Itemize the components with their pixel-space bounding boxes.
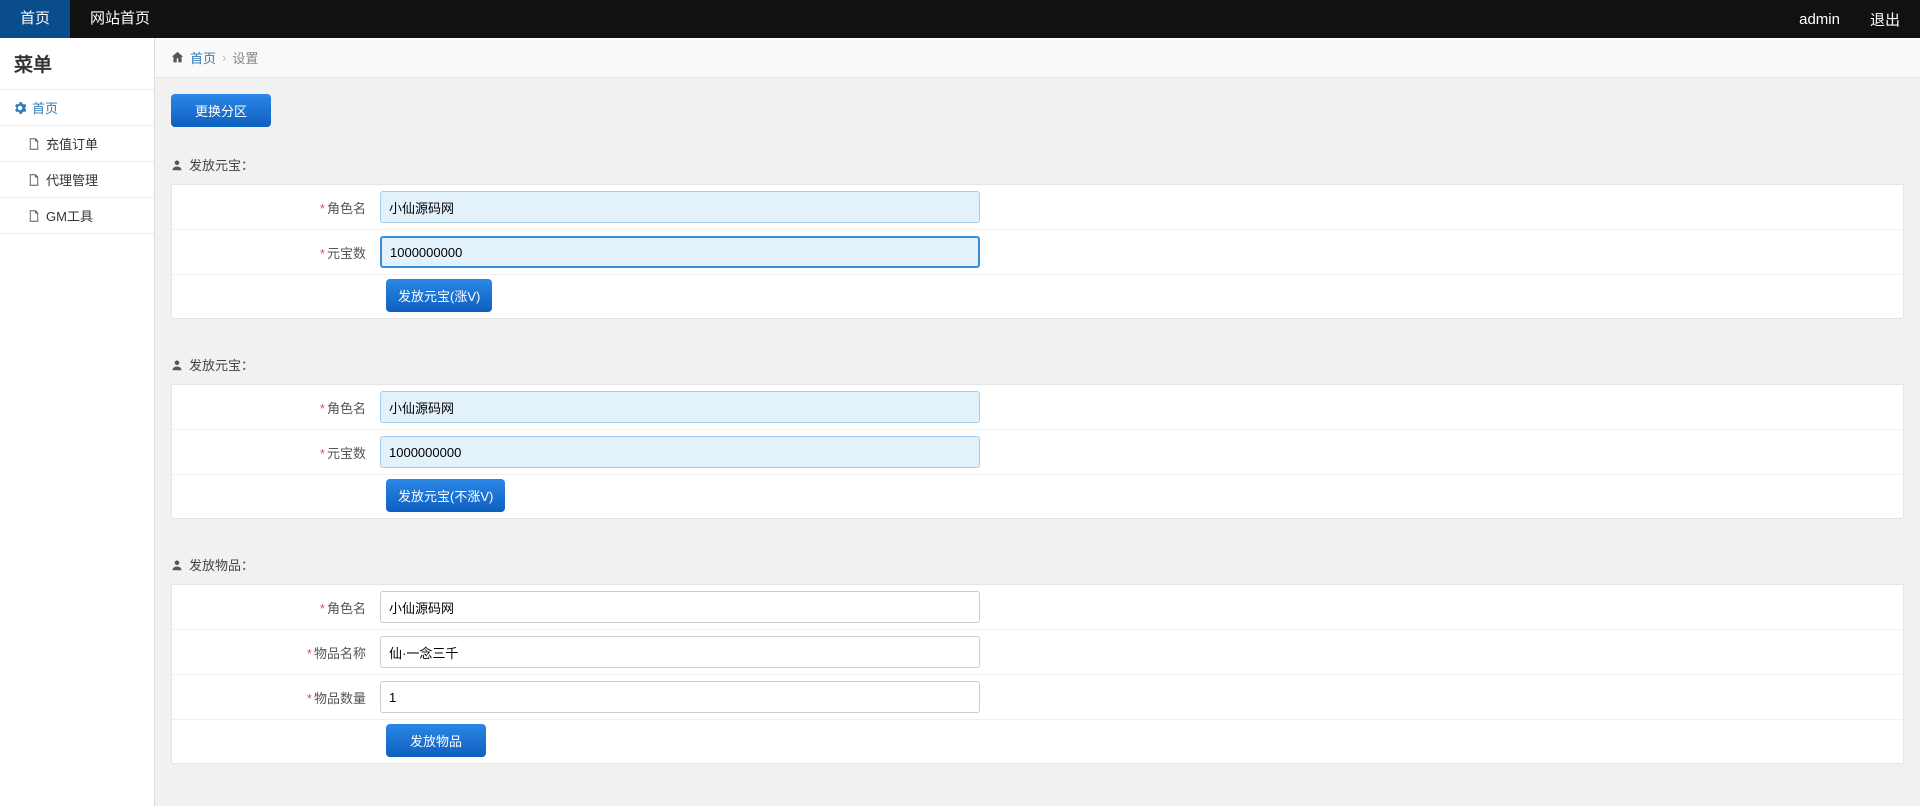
btn-send-yuanbao-v[interactable]: 发放元宝(涨V) — [386, 279, 492, 312]
breadcrumb-sep: › — [222, 50, 226, 65]
file-icon — [28, 138, 40, 150]
label-count-1: *元宝数 — [180, 243, 380, 262]
sidebar: 菜单 首页 充值订单 代理管理 GM工具 — [0, 38, 155, 806]
breadcrumb-home[interactable]: 首页 — [190, 48, 216, 67]
input-item-qty[interactable] — [380, 681, 980, 713]
label-count-2: *元宝数 — [180, 443, 380, 462]
input-role-1[interactable] — [380, 191, 980, 223]
change-zone-button[interactable]: 更换分区 — [171, 94, 271, 127]
panel-2: *角色名 *元宝数 发放元宝(不涨V) — [171, 384, 1904, 519]
btn-send-item[interactable]: 发放物品 — [386, 724, 486, 757]
sidebar-item-home[interactable]: 首页 — [0, 90, 154, 126]
breadcrumb-current: 设置 — [232, 48, 258, 67]
section-title-1: 发放元宝： — [171, 145, 1904, 184]
sidebar-item-label: 首页 — [32, 98, 58, 117]
sidebar-title: 菜单 — [0, 38, 154, 90]
person-icon — [171, 159, 183, 171]
input-role-2[interactable] — [380, 391, 980, 423]
home-icon — [171, 51, 184, 64]
input-item-name[interactable] — [380, 636, 980, 668]
main: 首页 › 设置 更换分区 发放元宝： *角色名 *元宝数 — [155, 38, 1920, 806]
person-icon — [171, 559, 183, 571]
label-role-2: *角色名 — [180, 398, 380, 417]
input-count-2[interactable] — [380, 436, 980, 468]
user-link[interactable]: admin — [1799, 11, 1840, 28]
tab-site[interactable]: 网站首页 — [70, 0, 170, 38]
sidebar-item-recharge[interactable]: 充值订单 — [0, 126, 154, 162]
label-role-3: *角色名 — [180, 598, 380, 617]
file-icon — [28, 210, 40, 222]
label-item-qty: *物品数量 — [180, 688, 380, 707]
breadcrumb: 首页 › 设置 — [155, 38, 1920, 78]
label-role-1: *角色名 — [180, 198, 380, 217]
logout-link[interactable]: 退出 — [1870, 9, 1900, 30]
btn-send-yuanbao-nov[interactable]: 发放元宝(不涨V) — [386, 479, 505, 512]
person-icon — [171, 359, 183, 371]
section-title-3: 发放物品： — [171, 545, 1904, 584]
panel-1: *角色名 *元宝数 发放元宝(涨V) — [171, 184, 1904, 319]
label-item-name: *物品名称 — [180, 643, 380, 662]
topbar: 首页 网站首页 admin 退出 — [0, 0, 1920, 38]
input-count-1[interactable] — [380, 236, 980, 268]
sidebar-item-label: GM工具 — [46, 206, 93, 225]
sidebar-item-gm[interactable]: GM工具 — [0, 198, 154, 234]
gear-icon — [14, 102, 26, 114]
sidebar-item-label: 代理管理 — [46, 170, 98, 189]
sidebar-item-label: 充值订单 — [46, 134, 98, 153]
section-title-2: 发放元宝： — [171, 345, 1904, 384]
panel-3: *角色名 *物品名称 *物品数量 发放物品 — [171, 584, 1904, 764]
input-role-3[interactable] — [380, 591, 980, 623]
tab-home[interactable]: 首页 — [0, 0, 70, 38]
file-icon — [28, 174, 40, 186]
sidebar-item-agent[interactable]: 代理管理 — [0, 162, 154, 198]
